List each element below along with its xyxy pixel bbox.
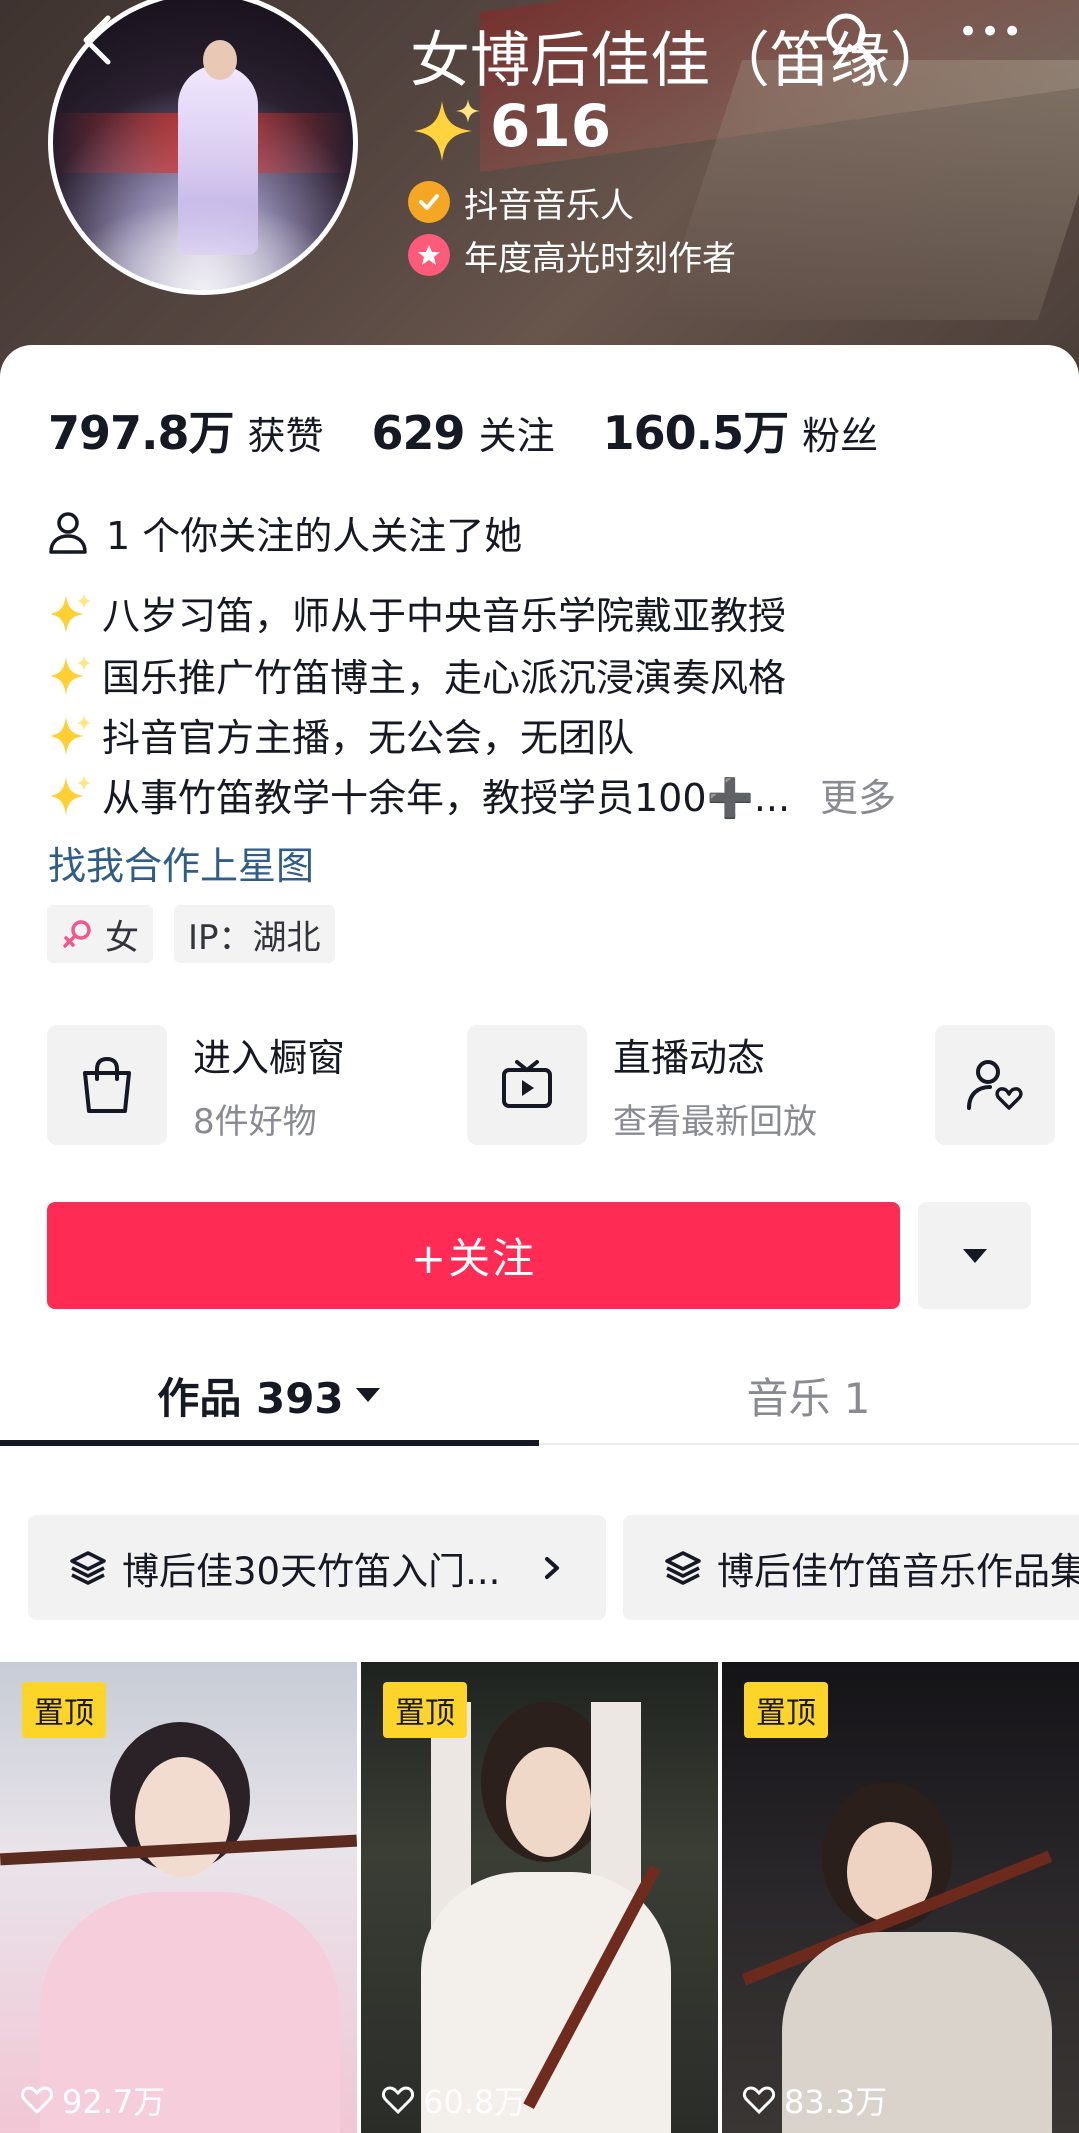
tab-works-label: 作品 393 <box>157 1373 344 1423</box>
sparkle-icon <box>414 99 480 161</box>
mutual-text: 1 个你关注的人关注了她 <box>106 514 523 558</box>
caret-down-icon <box>355 1388 380 1402</box>
collection-card[interactable]: 博后佳30天竹笛入门... <box>28 1515 606 1620</box>
collection-card[interactable]: 博后佳竹笛音乐作品集 <box>623 1515 1079 1620</box>
bio-text: 八岁习笛，师从于中央音乐学院戴亚教授 <box>102 594 787 638</box>
recommend-dropdown-button[interactable] <box>918 1202 1031 1309</box>
tab-music-label: 音乐 1 <box>746 1373 871 1423</box>
video-likes: 83.3万 <box>742 2077 887 2123</box>
collab-link[interactable]: 找我合作上星图 <box>48 835 314 890</box>
badge-label: 年度高光时刻作者 <box>464 238 736 279</box>
badge-label: 抖音音乐人 <box>464 185 634 226</box>
bio-line: 国乐推广竹笛博主，走心派沉浸演奏风格 <box>48 647 786 702</box>
likes-count: 797.8万 <box>48 406 235 460</box>
gender-label: 女 <box>105 917 139 958</box>
following-label[interactable]: 关注 <box>479 405 555 460</box>
live-title: 直播动态 <box>613 1036 766 1080</box>
tab-music[interactable]: 音乐 1 <box>539 1345 1078 1445</box>
followers-count[interactable]: 160.5万 <box>603 397 790 463</box>
video-thumbnail[interactable]: 置顶 92.7万 <box>0 1662 357 2133</box>
storefront-entry[interactable]: 进入橱窗 8件好物 <box>47 1025 345 1145</box>
verified-check-icon <box>408 181 450 223</box>
likes-badge-count: 616 <box>490 92 612 160</box>
layers-icon <box>70 1550 106 1585</box>
follow-button[interactable]: +关注 <box>47 1202 900 1309</box>
gender-tag: 女 <box>47 905 153 963</box>
video-thumbnail[interactable]: 置顶 60.8万 <box>361 1662 718 2133</box>
storefront-sub: 8件好物 <box>193 1102 317 1142</box>
video-thumbnail[interactable]: 置顶 83.3万 <box>722 1662 1079 2133</box>
tv-icon <box>467 1025 587 1145</box>
sparkle-icon <box>50 592 91 633</box>
pinned-badge: 置顶 <box>744 1682 828 1738</box>
shopping-bag-icon <box>47 1025 167 1145</box>
sparkle-icon <box>50 714 91 755</box>
tab-works[interactable]: 作品 393 <box>0 1345 539 1445</box>
bio-more-link[interactable]: 更多 <box>820 767 896 822</box>
collection-title: 博后佳30天竹笛入门... <box>122 1549 501 1593</box>
bio-line: 从事竹笛教学十余年，教授学员100➕... 更多 <box>48 767 896 822</box>
bio-line: 抖音官方主播，无公会，无团队 <box>48 707 634 762</box>
female-icon <box>63 920 91 948</box>
storefront-title: 进入橱窗 <box>193 1036 346 1080</box>
more-options-icon[interactable]: ••• <box>958 12 1022 52</box>
sparkle-icon <box>50 654 91 695</box>
heart-icon <box>381 2086 415 2115</box>
ip-location-tag: IP：湖北 <box>174 905 335 963</box>
pinned-badge: 置顶 <box>383 1682 467 1738</box>
video-likes-count: 60.8万 <box>423 2083 527 2121</box>
person-heart-icon <box>967 1060 1023 1110</box>
content-tabs: 作品 393 音乐 1 <box>0 1345 1079 1445</box>
live-entry[interactable]: 直播动态 查看最新回放 <box>467 1025 817 1145</box>
person-icon <box>49 511 87 554</box>
layers-icon <box>665 1550 701 1585</box>
bio-line: 八岁习笛，师从于中央音乐学院戴亚教授 <box>48 585 786 640</box>
star-badge-icon <box>408 234 450 276</box>
active-tab-indicator <box>0 1440 539 1446</box>
profile-card: 797.8万 获赞 629 关注 160.5万 粉丝 1 个你关注的人关注了她 … <box>0 345 1079 2133</box>
mutual-followers[interactable]: 1 个你关注的人关注了她 <box>48 505 522 560</box>
badge-music-creator[interactable]: 抖音音乐人 <box>408 180 634 226</box>
caret-down-icon <box>962 1248 987 1263</box>
video-likes: 60.8万 <box>381 2077 526 2123</box>
live-sub: 查看最新回放 <box>613 1102 817 1142</box>
likes-label: 获赞 <box>247 414 324 458</box>
collection-title: 博后佳竹笛音乐作品集 <box>717 1549 1079 1593</box>
bio-text: 从事竹笛教学十余年，教授学员100➕... <box>102 776 791 820</box>
badge-highlight-author[interactable]: 年度高光时刻作者 <box>408 233 736 279</box>
video-likes-count: 92.7万 <box>62 2083 166 2121</box>
bio-text: 国乐推广竹笛博主，走心派沉浸演奏风格 <box>102 656 787 700</box>
profile-name: 女博后佳佳（笛缘） <box>410 26 950 96</box>
chevron-right-icon <box>545 1556 560 1579</box>
stats-row: 797.8万 获赞 629 关注 160.5万 粉丝 <box>48 397 878 463</box>
heart-icon <box>742 2086 776 2115</box>
heart-icon <box>20 2086 54 2115</box>
followers-label[interactable]: 粉丝 <box>802 405 878 460</box>
sparkle-icon <box>50 774 91 815</box>
add-friend-button[interactable] <box>935 1025 1055 1145</box>
video-likes: 92.7万 <box>20 2077 165 2123</box>
back-arrow-icon[interactable] <box>70 10 130 70</box>
bio-text: 抖音官方主播，无公会，无团队 <box>102 716 635 760</box>
pinned-badge: 置顶 <box>22 1682 106 1738</box>
following-count[interactable]: 629 <box>372 406 466 460</box>
video-likes-count: 83.3万 <box>784 2083 888 2121</box>
ip-label: IP：湖北 <box>188 917 321 958</box>
